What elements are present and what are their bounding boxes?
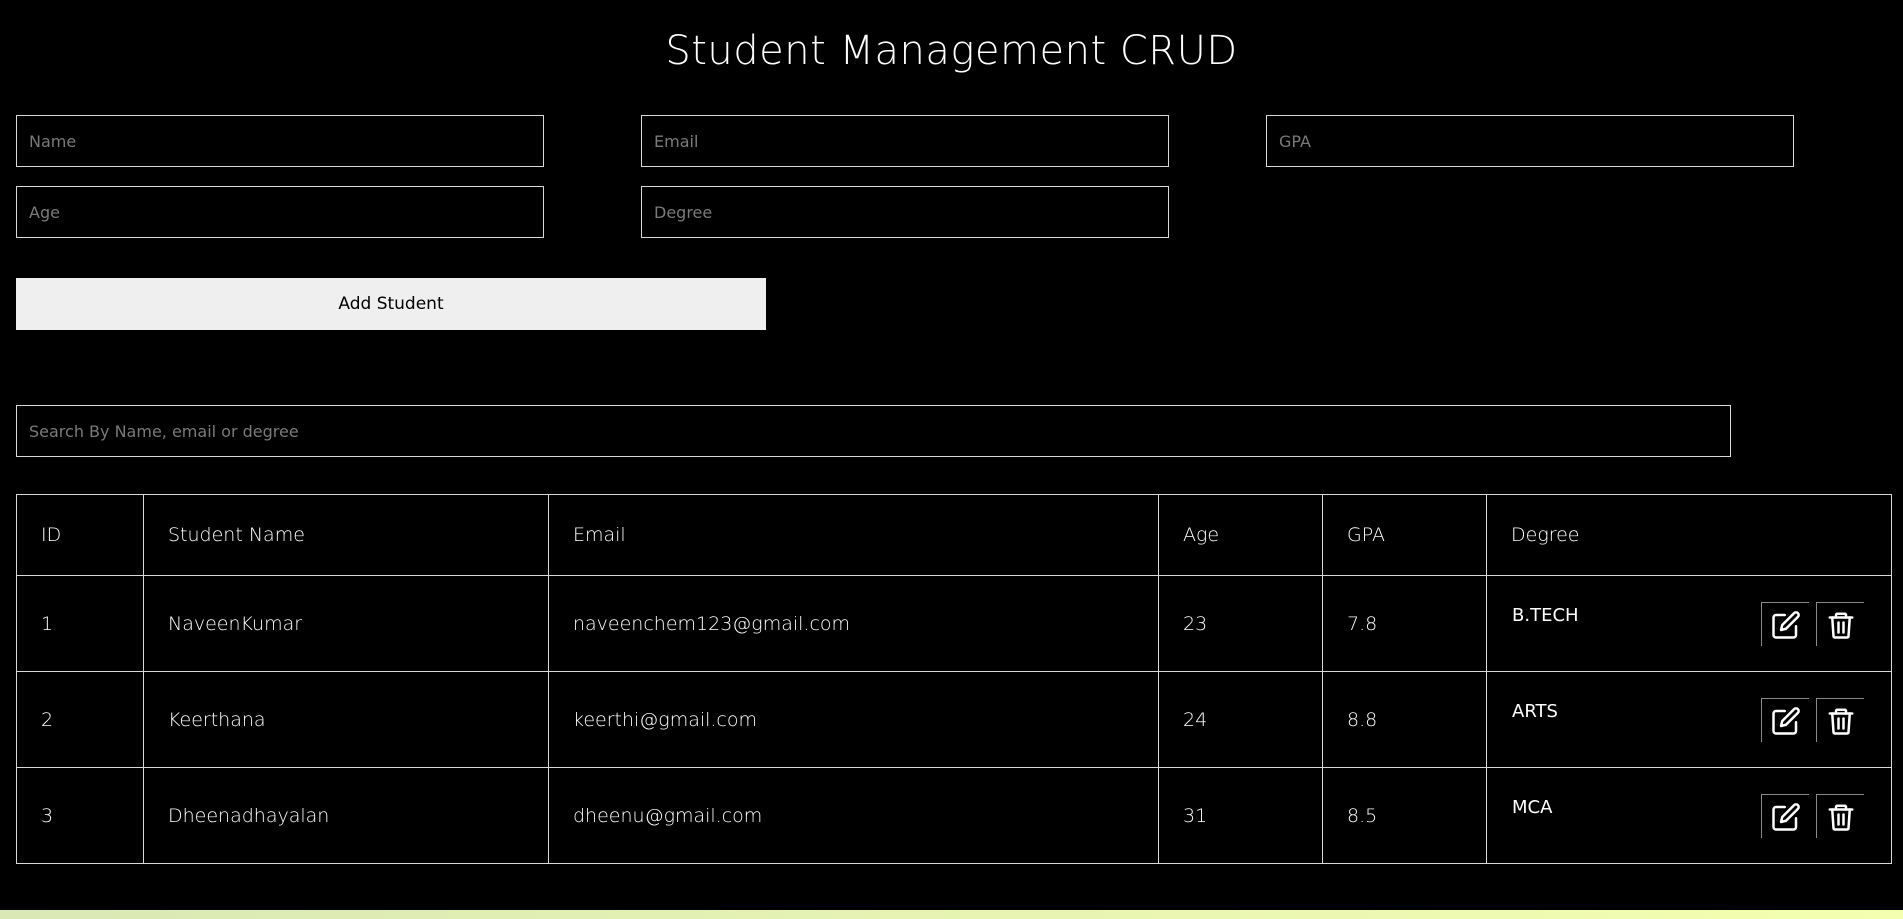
email-input[interactable] xyxy=(641,115,1169,167)
cell-name: Dheenadhayalan xyxy=(143,767,549,864)
edit-icon xyxy=(1771,706,1800,735)
cell-name: NaveenKumar xyxy=(143,575,549,672)
cell-degree: B.TECH xyxy=(1486,575,1892,672)
edit-icon xyxy=(1771,610,1800,639)
cell-age: 24 xyxy=(1158,671,1323,768)
cell-id: 3 xyxy=(16,767,144,864)
bottom-bar xyxy=(0,910,1903,919)
cell-id: 2 xyxy=(16,671,144,768)
header-degree: Degree xyxy=(1486,494,1892,576)
cell-email: dheenu@gmail.com xyxy=(548,767,1159,864)
page-title: Student Management CRUD xyxy=(665,28,1238,74)
table-row: 3 Dheenadhayalan dheenu@gmail.com 31 8.5… xyxy=(16,767,1892,864)
delete-button[interactable] xyxy=(1816,698,1864,742)
edit-button[interactable] xyxy=(1761,794,1809,838)
cell-name: Keerthana xyxy=(143,671,549,768)
header-age: Age xyxy=(1158,494,1323,576)
students-table: ID Student Name Email Age GPA Degree 1 N… xyxy=(16,494,1892,864)
header-id: ID xyxy=(16,494,144,576)
table-row: 1 NaveenKumar naveenchem123@gmail.com 23… xyxy=(16,575,1892,672)
cell-gpa: 8.8 xyxy=(1322,671,1487,768)
search-input[interactable] xyxy=(16,405,1731,457)
add-student-button[interactable]: Add Student xyxy=(16,278,766,330)
cell-gpa: 8.5 xyxy=(1322,767,1487,864)
delete-button[interactable] xyxy=(1816,794,1864,838)
cell-degree: ARTS xyxy=(1486,671,1892,768)
edit-button[interactable] xyxy=(1761,698,1809,742)
trash-icon xyxy=(1828,708,1853,735)
degree-value: ARTS xyxy=(1512,701,1558,722)
header-student-name: Student Name xyxy=(143,494,549,576)
degree-input[interactable] xyxy=(641,186,1169,238)
cell-degree: MCA xyxy=(1486,767,1892,864)
header-gpa: GPA xyxy=(1322,494,1487,576)
cell-email: naveenchem123@gmail.com xyxy=(548,575,1159,672)
cell-email: keerthi@gmail.com xyxy=(548,671,1159,768)
header-email: Email xyxy=(548,494,1159,576)
cell-age: 31 xyxy=(1158,767,1323,864)
page: Student Management CRUD Add Student ID S… xyxy=(0,0,1903,919)
gpa-input[interactable] xyxy=(1266,115,1794,167)
trash-icon xyxy=(1828,612,1853,639)
trash-icon xyxy=(1828,804,1853,831)
table-row: 2 Keerthana keerthi@gmail.com 24 8.8 ART… xyxy=(16,671,1892,768)
cell-id: 1 xyxy=(16,575,144,672)
name-input[interactable] xyxy=(16,115,544,167)
table-header-row: ID Student Name Email Age GPA Degree xyxy=(16,494,1892,576)
cell-gpa: 7.8 xyxy=(1322,575,1487,672)
age-input[interactable] xyxy=(16,186,544,238)
delete-button[interactable] xyxy=(1816,602,1864,646)
edit-icon xyxy=(1771,802,1800,831)
degree-value: MCA xyxy=(1512,797,1553,818)
cell-age: 23 xyxy=(1158,575,1323,672)
edit-button[interactable] xyxy=(1761,602,1809,646)
degree-value: B.TECH xyxy=(1512,605,1579,626)
